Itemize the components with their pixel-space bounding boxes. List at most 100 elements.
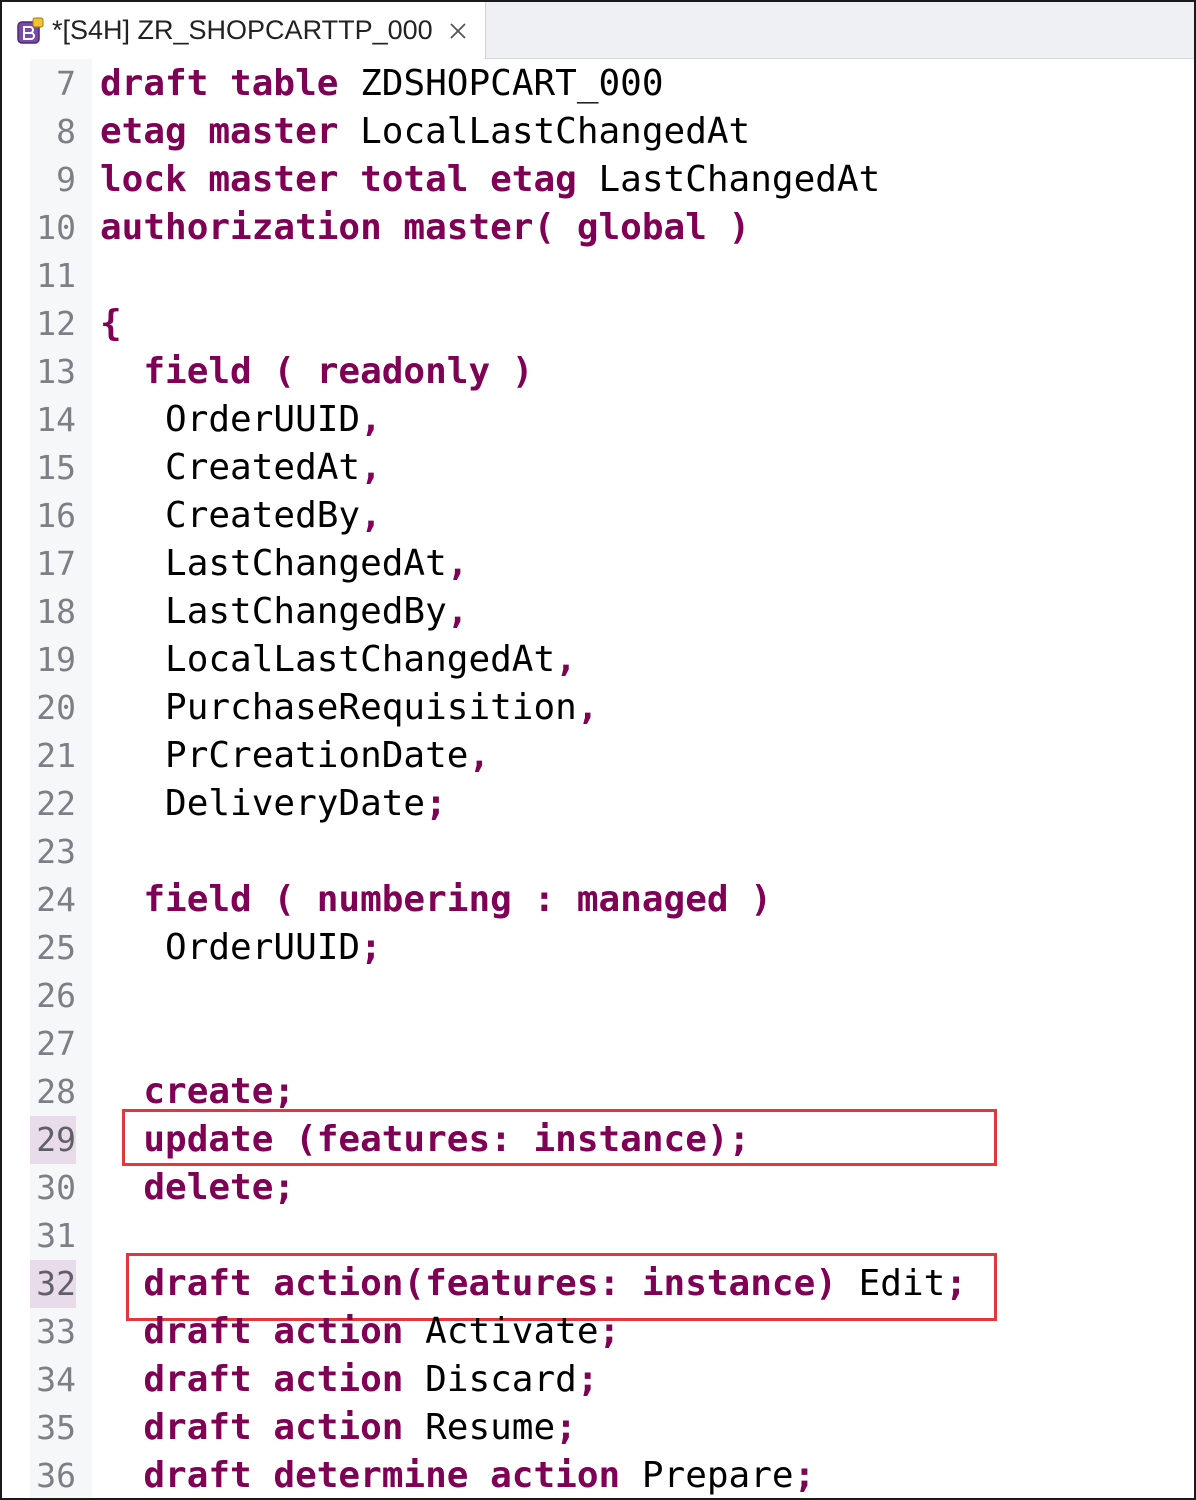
code-line[interactable]: 33 draft action Activate;: [2, 1308, 1194, 1356]
keyword-token: ,: [446, 591, 469, 632]
line-number: 29: [30, 1116, 76, 1164]
keyword-token: draft action: [100, 1407, 404, 1448]
code-text: OrderUUID,: [100, 396, 382, 444]
keyword-token: ;: [576, 1359, 599, 1400]
code-text: field ( numbering : managed ): [100, 876, 772, 924]
code-line[interactable]: 30 delete;: [2, 1164, 1194, 1212]
keyword-token: ;: [425, 783, 447, 824]
line-number: 35: [36, 1408, 76, 1447]
identifier-token: LastChangedBy: [100, 591, 447, 632]
line-number: 27: [36, 1024, 76, 1063]
code-line[interactable]: 34 draft action Discard;: [2, 1356, 1194, 1404]
line-number: 7: [56, 64, 76, 103]
code-line[interactable]: 13 field ( readonly ): [2, 348, 1194, 396]
code-line[interactable]: 22 DeliveryDate;: [2, 780, 1194, 828]
keyword-token: authorization master( global ): [100, 207, 751, 248]
code-text: {: [100, 300, 122, 348]
keyword-token: ,: [360, 447, 382, 488]
code-text: field ( readonly ): [100, 348, 533, 396]
editor-tab[interactable]: *[S4H] ZR_SHOPCARTTP_000: [2, 2, 486, 59]
code-text: authorization master( global ): [100, 204, 750, 252]
code-line[interactable]: 18 LastChangedBy,: [2, 588, 1194, 636]
keyword-token: ;: [945, 1263, 967, 1304]
code-line[interactable]: 7 draft table ZDSHOPCART_000: [2, 60, 1194, 108]
identifier-token: LocalLastChangedAt: [100, 639, 556, 680]
line-number: 18: [36, 592, 76, 631]
identifier-token: ZDSHOPCART_000: [338, 63, 664, 104]
code-text: PrCreationDate,: [100, 732, 490, 780]
keyword-token: create;: [100, 1071, 296, 1112]
line-number: 9: [56, 160, 76, 199]
code-line[interactable]: 24 field ( numbering : managed ): [2, 876, 1194, 924]
code-text: draft action Resume;: [100, 1404, 577, 1452]
code-text: draft determine action Prepare;: [100, 1452, 815, 1498]
code-line[interactable]: 17 LastChangedAt,: [2, 540, 1194, 588]
line-number: 20: [36, 688, 76, 727]
code-line[interactable]: 27: [2, 1020, 1194, 1068]
code-line[interactable]: 11: [2, 252, 1194, 300]
code-line[interactable]: 14 OrderUUID,: [2, 396, 1194, 444]
code-line[interactable]: 25 OrderUUID;: [2, 924, 1194, 972]
close-icon[interactable]: [447, 20, 469, 42]
code-text: draft table ZDSHOPCART_000: [100, 60, 664, 108]
line-number: 31: [36, 1216, 76, 1255]
code-line[interactable]: 12 {: [2, 300, 1194, 348]
code-line[interactable]: 9 lock master total etag LastChangedAt: [2, 156, 1194, 204]
tab-title: *[S4H] ZR_SHOPCARTTP_000: [52, 15, 433, 45]
line-number: 36: [36, 1456, 76, 1495]
code-line[interactable]: 28 create;: [2, 1068, 1194, 1116]
identifier-token: Resume: [403, 1407, 556, 1448]
code-line[interactable]: 29 update (features: instance);: [2, 1116, 1194, 1164]
code-line[interactable]: 23: [2, 828, 1194, 876]
line-number: 24: [36, 880, 76, 919]
line-number: 28: [36, 1072, 76, 1111]
line-number: 22: [36, 784, 76, 823]
keyword-token: ,: [555, 639, 577, 680]
code-text: LastChangedAt,: [100, 540, 468, 588]
identifier-token: PrCreationDate: [100, 735, 469, 776]
line-number: 10: [36, 208, 76, 247]
identifier-token: Discard: [403, 1359, 577, 1400]
code-line[interactable]: 21 PrCreationDate,: [2, 732, 1194, 780]
line-number: 26: [36, 976, 76, 1015]
code-text: draft action Activate;: [100, 1308, 620, 1356]
code-line[interactable]: 8 etag master LocalLastChangedAt: [2, 108, 1194, 156]
code-text: LastChangedBy,: [100, 588, 468, 636]
keyword-token: delete;: [100, 1167, 296, 1208]
code-line[interactable]: 19 LocalLastChangedAt,: [2, 636, 1194, 684]
line-number: 25: [36, 928, 76, 967]
code-text: CreatedAt,: [100, 444, 382, 492]
line-number: 13: [36, 352, 76, 391]
code-line[interactable]: 36 draft determine action Prepare;: [2, 1452, 1194, 1498]
code-text: PurchaseRequisition,: [100, 684, 599, 732]
code-line[interactable]: 35 draft action Resume;: [2, 1404, 1194, 1452]
code-line[interactable]: 16 CreatedBy,: [2, 492, 1194, 540]
code-line[interactable]: 10 authorization master( global ): [2, 204, 1194, 252]
code-text: DeliveryDate;: [100, 780, 447, 828]
line-number: 15: [36, 448, 76, 487]
keyword-token: ;: [555, 1407, 577, 1448]
code-text: draft action Discard;: [100, 1356, 599, 1404]
editor-window: *[S4H] ZR_SHOPCARTTP_000 7 draft table ZD…: [0, 0, 1196, 1500]
code-line[interactable]: 26: [2, 972, 1194, 1020]
code-line[interactable]: 32 draft action(features: instance) Edit…: [2, 1260, 1194, 1308]
keyword-token: draft action: [100, 1311, 404, 1352]
keyword-token: ,: [360, 399, 382, 440]
code-text: etag master LocalLastChangedAt: [100, 108, 750, 156]
identifier-token: PurchaseRequisition: [100, 687, 577, 728]
keyword-token: draft determine action: [100, 1455, 621, 1496]
keyword-token: ,: [468, 735, 491, 776]
code-line[interactable]: 31: [2, 1212, 1194, 1260]
code-editor[interactable]: 7 draft table ZDSHOPCART_000 8 etag master …: [2, 59, 1194, 1498]
code-text: LocalLastChangedAt,: [100, 636, 577, 684]
code-line[interactable]: 20 PurchaseRequisition,: [2, 684, 1194, 732]
code-text: CreatedBy,: [100, 492, 382, 540]
behavior-definition-icon: [16, 17, 44, 45]
tab-bar: *[S4H] ZR_SHOPCARTTP_000: [2, 2, 1194, 59]
code-line[interactable]: 15 CreatedAt,: [2, 444, 1194, 492]
keyword-token: field ( readonly ): [100, 351, 534, 392]
keyword-token: {: [100, 303, 122, 344]
identifier-token: LocalLastChangedAt: [338, 111, 751, 152]
code-text: update (features: instance);: [100, 1116, 750, 1164]
code-text: draft action(features: instance) Edit;: [100, 1260, 967, 1308]
